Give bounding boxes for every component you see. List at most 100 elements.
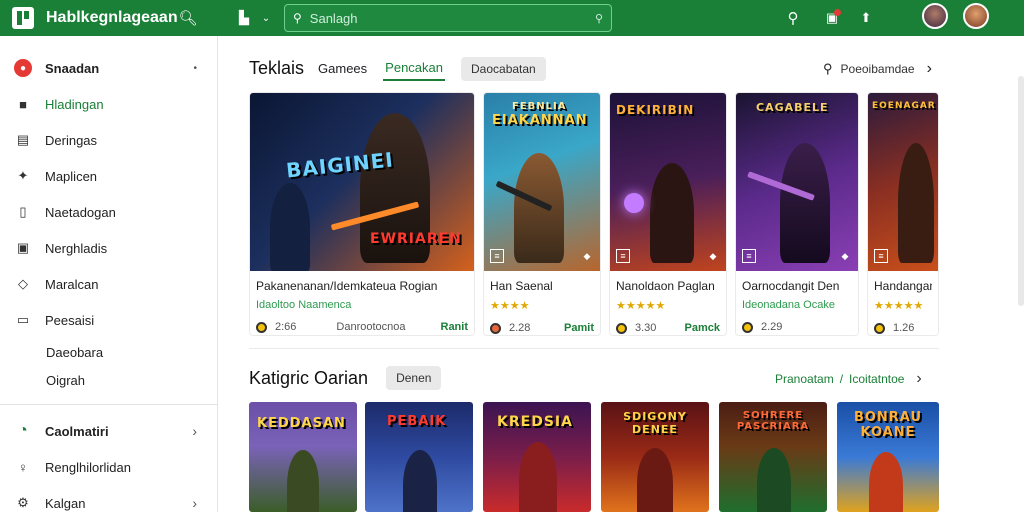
- filter-chip[interactable]: Daocabatan: [461, 56, 546, 81]
- sidebar-item-label: Naetadogan: [45, 204, 116, 220]
- sidebar-item-label: Maplicen: [45, 168, 98, 184]
- search-bar[interactable]: ⚲ ⚲: [284, 4, 612, 32]
- account-avatar[interactable]: [963, 3, 989, 29]
- game-art: EOENAGAR ≡: [868, 93, 938, 271]
- game-card[interactable]: DEKIRIBIN ≡ ◆ Nanoldaon Paglan ★★★★★ 3.3…: [609, 92, 727, 336]
- card-price[interactable]: Pamit: [564, 322, 594, 334]
- sidebar-subitem-1[interactable]: Oigrah: [0, 366, 217, 394]
- sidebar-item-4[interactable]: ▯ Naetadogan: [0, 194, 217, 230]
- card-rating-stars: ★★★★: [490, 300, 530, 312]
- sidebar-subitem-0[interactable]: Daeobara: [0, 338, 217, 366]
- see-more-link[interactable]: Pranoatam: [775, 372, 834, 386]
- gear-icon: ◆: [841, 250, 849, 261]
- card-extra: Danrootocnoa: [336, 321, 406, 333]
- sidebar-bottom-item-0[interactable]: ◔ Caolmatiri ›: [0, 413, 217, 449]
- art-title: EOENAGAR: [872, 101, 936, 111]
- chevron-right-icon[interactable]: ›: [927, 60, 932, 78]
- sidebar-item-label: Kalgan: [45, 495, 86, 511]
- glow-orb: [624, 193, 644, 213]
- signal-icon[interactable]: ▙: [232, 6, 256, 30]
- search-icon: ⚲: [293, 11, 302, 25]
- sidebar-item-1[interactable]: ■ Hladingan: [0, 86, 217, 122]
- chevron-right-icon[interactable]: ›: [916, 370, 921, 388]
- game-card[interactable]: FEBNLIA EIAKANNAN ≡ ◆ Han Saenal ★★★★ 2.…: [483, 92, 601, 336]
- game-thumbnail[interactable]: KREDSIA: [483, 402, 591, 512]
- card-price[interactable]: Pamck: [685, 322, 720, 334]
- sidebar-item-7[interactable]: ▭ Peesaisi: [0, 302, 217, 338]
- search-input[interactable]: [309, 10, 570, 26]
- sidebar-item-label: Renglhilorlidan: [45, 459, 131, 475]
- app-title: Hablkegnlageaan: [46, 9, 178, 26]
- screen-icon: ▭: [16, 312, 30, 327]
- sidebar-item-label: Caolmatiri: [45, 423, 109, 439]
- sidebar-item-5[interactable]: ▣ Nerghladis: [0, 230, 217, 266]
- settings-icon: ⚙: [17, 495, 29, 510]
- game-thumbnail[interactable]: BONRAU KOANE: [837, 402, 939, 512]
- top-app-bar: Hablkegnlageaan 🔍︎ ▙ ⌄ ⚲ ⚲ ⚲ ▣ ⬆: [0, 0, 1024, 36]
- sidebar-item-0[interactable]: ● Snaadan •: [0, 50, 217, 86]
- sidebar-item-2[interactable]: ▤ Deringas: [0, 122, 217, 158]
- app-logo-icon[interactable]: [12, 7, 34, 29]
- coin-icon: [256, 321, 267, 333]
- gear-icon: ◆: [709, 250, 717, 261]
- card-rating: 1.26: [893, 322, 915, 334]
- account-avatar-secondary[interactable]: [922, 3, 948, 29]
- card-price[interactable]: Ranit: [441, 321, 469, 333]
- game-card[interactable]: BAIGINEI EWRIAREN Pakanenanan/Idemkateua…: [249, 92, 475, 336]
- art-title: EIAKANNAN: [492, 113, 588, 128]
- card-rating: 2:66: [275, 321, 297, 333]
- sidebar-divider: [0, 404, 217, 405]
- card-rating-stars: ★★★★★: [874, 300, 924, 312]
- sidebar-item-6[interactable]: ◇ Maralcan: [0, 266, 217, 302]
- chevron-down-icon[interactable]: ⌄: [254, 6, 278, 30]
- mic-icon[interactable]: ⚲: [595, 12, 603, 25]
- game-card[interactable]: CAGABELE ≡ ◆ Oarnocdangit Den Ideonadana…: [735, 92, 859, 336]
- character-figure: [514, 153, 564, 263]
- card-title: Oarnocdangit Den: [742, 279, 840, 293]
- character-figure: [287, 450, 319, 512]
- tab-games[interactable]: Gamees: [316, 57, 369, 80]
- gear-icon: ✦: [17, 168, 29, 183]
- art-title: BONRAU KOANE: [853, 410, 923, 440]
- bookmark-icon: ▯: [19, 204, 27, 219]
- game-thumbnail[interactable]: KEDDASAN: [249, 402, 357, 512]
- character-figure: [898, 143, 934, 263]
- see-more-link[interactable]: Poeoibamdae: [841, 62, 915, 76]
- sidebar-bottom-item-1[interactable]: ♀ Renglhilorlidan: [0, 449, 217, 485]
- card-subtitle: Idaoltoo Naamenca: [256, 299, 352, 311]
- sidebar-bottom-item-2[interactable]: ⚙ Kalgan ›: [0, 485, 217, 521]
- search-icon[interactable]: ⚲: [823, 61, 833, 77]
- platform-icon: ≡: [490, 249, 504, 263]
- art-title: SDIGONY DENEE: [623, 410, 687, 436]
- see-more-link-secondary[interactable]: Icoitatntoe: [849, 372, 904, 386]
- tag-icon: ◇: [18, 276, 28, 291]
- game-card[interactable]: EOENAGAR ≡ Handangan ★★★★★ 1.26: [867, 92, 939, 336]
- search-icon[interactable]: ⚲: [781, 6, 805, 30]
- sidebar: ● Snaadan • ■ Hladingan ▤ Deringas ✦ Map…: [0, 36, 218, 512]
- card-rating: 2.28: [509, 322, 531, 334]
- character-figure: [637, 448, 673, 512]
- upload-icon[interactable]: ⬆: [854, 6, 878, 30]
- filter-chip[interactable]: Denen: [386, 366, 442, 390]
- game-thumbnail[interactable]: SDIGONY DENEE: [601, 402, 709, 512]
- character-figure: [757, 448, 791, 512]
- section-divider: [249, 348, 939, 349]
- coin-icon: [616, 322, 627, 334]
- coin-icon: [742, 321, 753, 333]
- game-thumbnail[interactable]: PEBAIK: [365, 402, 473, 512]
- card-title: Nanoldaon Paglan: [616, 279, 715, 293]
- image-icon: ▣: [16, 240, 30, 255]
- red-circle-icon: ●: [14, 59, 32, 77]
- scrollbar[interactable]: [1018, 76, 1024, 306]
- coin-icon: [490, 322, 501, 334]
- character-figure: [270, 183, 310, 271]
- search-icon[interactable]: 🔍︎: [176, 6, 200, 30]
- sidebar-item-3[interactable]: ✦ Maplicen: [0, 158, 217, 194]
- notification-badge: [834, 9, 841, 16]
- section-title: Teklais: [249, 58, 305, 78]
- card-rating: 3.30: [635, 322, 657, 334]
- card-title: Pakanenanan/Idemkateua Rogian: [256, 279, 438, 293]
- game-thumbnail[interactable]: SOHRERE PASCRIARA: [719, 402, 827, 512]
- tab-active[interactable]: Pencakan: [383, 56, 445, 81]
- sidebar-item-label: Peesaisi: [45, 312, 95, 328]
